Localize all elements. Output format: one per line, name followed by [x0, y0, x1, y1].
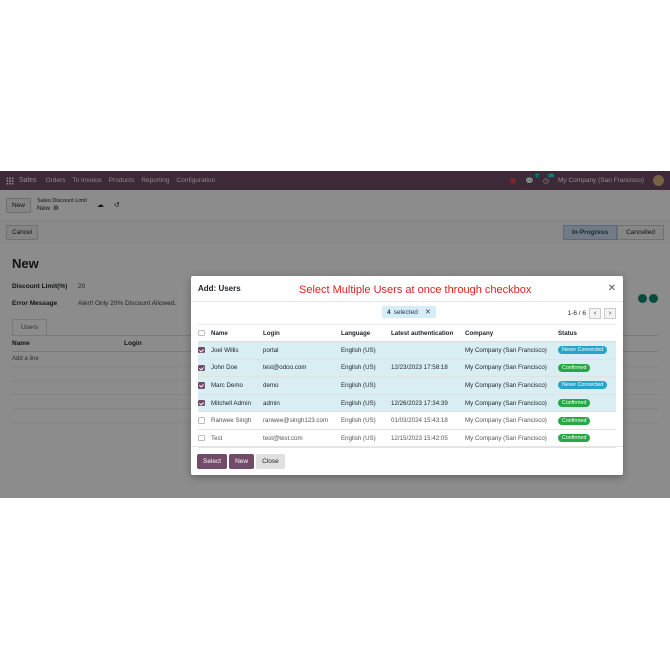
new-button[interactable]: New — [229, 453, 255, 469]
table-row[interactable]: Ranwee Singh ranwee@singh123.com English… — [198, 411, 616, 430]
cell-name: Marc Demo — [211, 376, 263, 395]
cell-name: Mitchell Admin — [211, 394, 263, 413]
cell-language: English (US) — [341, 394, 391, 413]
selected-text: selected — [393, 308, 418, 316]
cell-login: ranwee@singh123.com — [263, 411, 341, 430]
pager-prev-icon[interactable]: ‹ — [589, 307, 601, 319]
col-company[interactable]: Company — [465, 324, 558, 342]
add-users-dialog: Add: Users Select Multiple Users at once… — [191, 276, 623, 475]
annotation-text: Select Multiple Users at once through ch… — [299, 284, 532, 296]
modal-control: 4 selected ✕ 1-6 / 6 ‹ › — [191, 302, 623, 324]
cell-auth — [391, 341, 465, 360]
select-all-checkbox[interactable] — [198, 329, 205, 337]
cell-name: Test — [211, 429, 263, 448]
col-latest-auth[interactable]: Latest authentication — [391, 324, 465, 342]
table-row[interactable]: Test test@test.com English (US) 12/15/20… — [198, 429, 616, 448]
status-badge: Never Connected — [558, 346, 608, 355]
cell-company: My Company (San Francisco) — [465, 429, 558, 448]
cell-name: John Doe — [211, 359, 263, 378]
close-icon[interactable]: ✕ — [608, 283, 616, 294]
cell-auth: 12/23/2023 17:58:18 — [391, 359, 465, 378]
cell-auth — [391, 376, 465, 395]
cell-company: My Company (San Francisco) — [465, 341, 558, 360]
col-language[interactable]: Language — [341, 324, 391, 342]
row-checkbox[interactable] — [198, 382, 205, 389]
cell-login: demo — [263, 376, 341, 395]
table-row[interactable]: Joel Willis portal English (US) My Compa… — [198, 341, 616, 360]
col-status[interactable]: Status — [558, 324, 616, 342]
cell-company: My Company (San Francisco) — [465, 376, 558, 395]
users-table: Name Login Language Latest authenticatio… — [198, 324, 616, 448]
table-header-row: Name Login Language Latest authenticatio… — [198, 324, 616, 342]
table-row[interactable]: Mitchell Admin admin English (US) 12/26/… — [198, 394, 616, 413]
pager-value[interactable]: 1-6 / 6 — [568, 310, 586, 317]
row-checkbox[interactable] — [198, 417, 205, 424]
cell-auth: 12/15/2023 15:42:05 — [391, 429, 465, 448]
cell-company: My Company (San Francisco) — [465, 359, 558, 378]
cell-company: My Company (San Francisco) — [465, 411, 558, 430]
clear-selection-icon[interactable]: ✕ — [425, 308, 431, 316]
cell-language: English (US) — [341, 359, 391, 378]
row-checkbox[interactable] — [198, 399, 205, 407]
status-badge: Confirmed — [558, 434, 591, 443]
cell-company: My Company (San Francisco) — [465, 394, 558, 413]
row-checkbox[interactable] — [198, 434, 205, 442]
cell-language: English (US) — [341, 411, 391, 430]
modal-footer: Select New Close — [191, 446, 623, 475]
selected-count: 4 — [387, 308, 391, 316]
table-row[interactable]: Marc Demo demo English (US) My Company (… — [198, 376, 616, 395]
cell-name: Joel Willis — [211, 341, 263, 360]
cell-language: English (US) — [341, 376, 391, 395]
status-badge: Never Connected — [558, 381, 608, 390]
status-badge: Confirmed — [558, 416, 591, 425]
row-checkbox[interactable] — [198, 364, 205, 371]
cell-language: English (US) — [341, 341, 391, 360]
cell-login: test@odoo.com — [263, 359, 341, 378]
status-badge: Confirmed — [558, 399, 591, 408]
select-button[interactable]: Select — [197, 453, 228, 469]
pager: 1-6 / 6 ‹ › — [568, 307, 616, 319]
modal-header: Add: Users Select Multiple Users at once… — [191, 276, 623, 302]
modal-title: Add: Users — [198, 284, 241, 293]
cell-auth: 01/03/2024 15:43:18 — [391, 411, 465, 430]
cell-name: Ranwee Singh — [211, 411, 263, 430]
status-badge: Confirmed — [558, 363, 591, 372]
pager-next-icon[interactable]: › — [604, 307, 616, 319]
cell-language: English (US) — [341, 429, 391, 448]
row-checkbox[interactable] — [198, 346, 205, 354]
selection-pill: 4 selected ✕ — [382, 306, 436, 318]
col-name[interactable]: Name — [211, 324, 263, 342]
close-button[interactable]: Close — [256, 453, 285, 469]
table-row[interactable]: John Doe test@odoo.com English (US) 12/2… — [198, 359, 616, 378]
page: Sales Orders To Invoice Products Reporti… — [0, 0, 670, 670]
col-login[interactable]: Login — [263, 324, 341, 342]
cell-login: portal — [263, 341, 341, 360]
cell-auth: 12/26/2023 17:34:39 — [391, 394, 465, 413]
cell-login: test@test.com — [263, 429, 341, 448]
cell-login: admin — [263, 394, 341, 413]
